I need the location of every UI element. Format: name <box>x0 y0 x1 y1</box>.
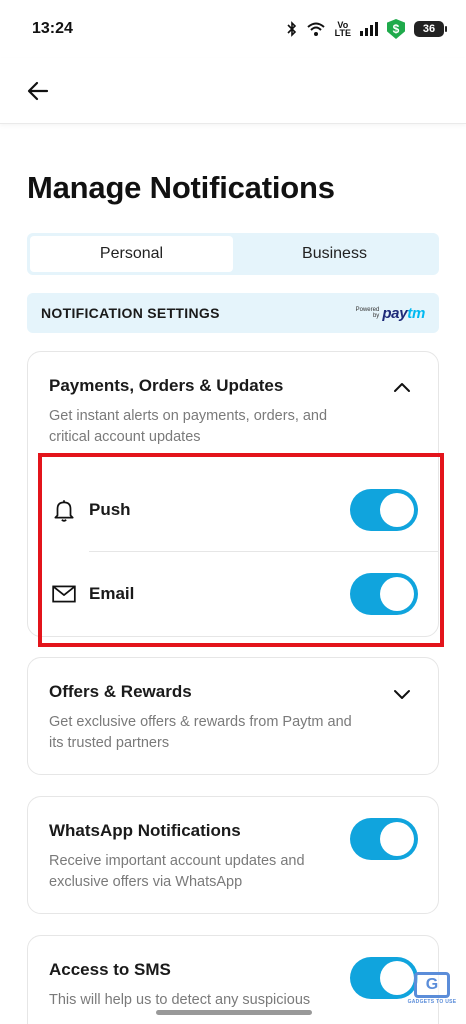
card-title: Payments, Orders & Updates <box>49 376 284 395</box>
bell-icon <box>54 500 74 522</box>
watermark-logo: G <box>414 971 450 998</box>
card-title: WhatsApp Notifications <box>49 821 241 840</box>
signal-icon <box>360 22 378 36</box>
status-bar: 13:24 Vo LTE $ 36 <box>0 0 466 58</box>
email-toggle[interactable] <box>350 573 418 615</box>
powered-by-label: Powered by <box>355 307 380 319</box>
chevron-up-icon[interactable] <box>390 376 414 400</box>
tab-personal[interactable]: Personal <box>30 236 233 272</box>
payments-orders-updates-card: Payments, Orders & Updates Get instant a… <box>27 351 439 637</box>
tab-business[interactable]: Business <box>233 236 436 272</box>
page-title: Manage Notifications <box>27 170 335 205</box>
section-title: NOTIFICATION SETTINGS <box>41 305 220 321</box>
status-time: 13:24 <box>32 20 73 37</box>
watermark-text: GADGETS TO USE <box>407 998 457 1005</box>
card-description: This will help us to detect any suspicio… <box>49 992 311 1008</box>
bluetooth-icon <box>287 21 296 37</box>
card-description: Receive important account updates and ex… <box>49 853 305 890</box>
whatsapp-notifications-card: WhatsApp Notifications Receive important… <box>27 796 439 914</box>
powered-by-paytm: Powered by paytm <box>355 304 426 322</box>
card-description: Get exclusive offers & rewards from Payt… <box>49 714 352 751</box>
gadgets-to-use-watermark: G GADGETS TO USE <box>406 968 458 1008</box>
back-button[interactable] <box>24 77 52 105</box>
mail-icon <box>52 585 76 603</box>
account-type-tabs: Personal Business <box>27 233 439 275</box>
notification-settings-banner: NOTIFICATION SETTINGS Powered by paytm <box>27 293 439 333</box>
chevron-down-icon[interactable] <box>390 682 414 706</box>
wifi-icon <box>306 22 325 36</box>
arrow-left-icon <box>27 81 49 100</box>
email-label: Email <box>89 584 135 603</box>
row-divider <box>89 551 438 552</box>
push-toggle[interactable] <box>350 489 418 531</box>
app-header <box>0 58 466 124</box>
battery-indicator: 36 <box>414 21 447 37</box>
status-icons: Vo LTE $ 36 <box>287 19 447 39</box>
card-description: Get instant alerts on payments, orders, … <box>49 408 328 445</box>
offers-rewards-card[interactable]: Offers & Rewards Get exclusive offers & … <box>27 657 439 775</box>
whatsapp-toggle[interactable] <box>350 818 418 860</box>
paytm-logo: paytm <box>382 304 425 322</box>
card-title: Offers & Rewards <box>49 682 192 701</box>
shield-dollar-icon: $ <box>387 19 405 39</box>
card-title: Access to SMS <box>49 960 171 979</box>
volte-indicator: Vo LTE <box>334 20 351 38</box>
home-indicator[interactable] <box>156 1010 312 1015</box>
push-label: Push <box>89 500 131 519</box>
